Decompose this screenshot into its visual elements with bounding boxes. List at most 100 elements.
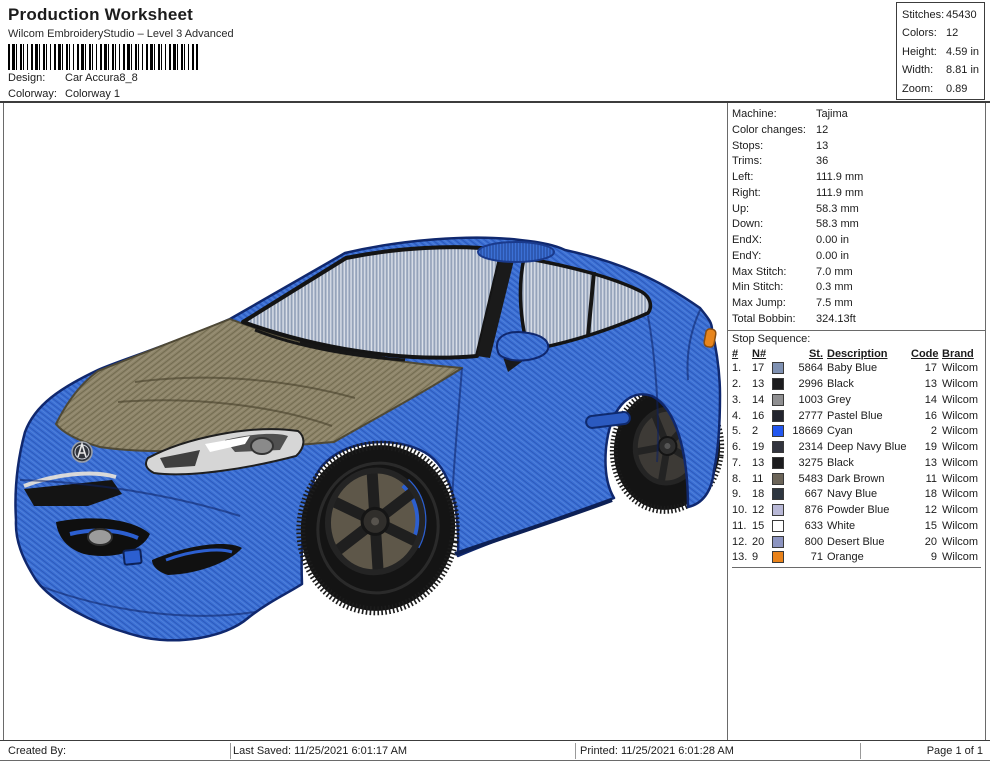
row-num: 7. — [732, 457, 752, 469]
row-description: Black — [827, 457, 911, 469]
row-description: Dark Brown — [827, 473, 911, 485]
row-code: 13 — [911, 378, 937, 390]
stats-label: Stitches: — [902, 6, 946, 24]
row-num: 8. — [732, 473, 752, 485]
row-stitches: 5864 — [787, 362, 827, 374]
row-brand: Wilcom — [937, 362, 981, 374]
stop-sequence-row: 6. 19 2314 Deep Navy Blue 19 Wilcom — [732, 439, 981, 455]
row-needle: 17 — [752, 362, 772, 374]
row-brand: Wilcom — [937, 457, 981, 469]
col-num: # — [732, 348, 752, 360]
row-num: 2. — [732, 378, 752, 390]
machine-info-label: Stops: — [732, 139, 816, 155]
col-brand: Brand — [937, 348, 981, 360]
machine-info-row: Right:111.9 mm — [732, 186, 986, 202]
stop-sequence-rows: 1. 17 5864 Baby Blue 17 Wilcom 2. 13 299… — [732, 361, 981, 566]
stop-sequence-row: 3. 14 1003 Grey 14 Wilcom — [732, 392, 981, 408]
row-stitches: 5483 — [787, 473, 827, 485]
machine-info-value: 111.9 mm — [816, 171, 863, 183]
machine-info-row: Machine:Tajima — [732, 107, 986, 123]
row-code: 2 — [911, 425, 937, 437]
machine-info-value: 36 — [816, 155, 828, 167]
row-needle: 18 — [752, 488, 772, 500]
stop-sequence-row: 12. 20 800 Desert Blue 20 Wilcom — [732, 534, 981, 550]
fog-light — [88, 529, 112, 545]
row-stitches: 18669 — [787, 425, 827, 437]
footer-divider-3 — [860, 743, 861, 759]
stats-row: Stitches:45430 — [897, 6, 984, 24]
stop-sequence-row: 7. 13 3275 Black 13 Wilcom — [732, 455, 981, 471]
machine-info-value: 58.3 mm — [816, 218, 859, 230]
machine-info-label: Machine: — [732, 107, 816, 123]
thread-color-swatch — [772, 488, 784, 500]
row-code: 18 — [911, 488, 937, 500]
row-brand: Wilcom — [937, 378, 981, 390]
row-brand: Wilcom — [937, 425, 981, 437]
printed-text: Printed: 11/25/2021 6:01:28 AM — [580, 744, 734, 759]
row-needle: 15 — [752, 520, 772, 532]
row-num: 4. — [732, 410, 752, 422]
stop-sequence-table: # N# St. Description Code Brand 1. 17 58… — [728, 347, 986, 569]
machine-info-row: Left:111.9 mm — [732, 170, 986, 186]
design-stats-box: Stitches:45430 Colors:12 Height:4.59 in … — [896, 2, 985, 100]
row-stitches: 1003 — [787, 394, 827, 406]
stop-sequence-row: 9. 18 667 Navy Blue 18 Wilcom — [732, 487, 981, 503]
row-code: 17 — [911, 362, 937, 374]
stats-row: Width:8.81 in — [897, 61, 984, 79]
thread-color-swatch — [772, 551, 784, 563]
row-needle: 14 — [752, 394, 772, 406]
stats-label: Zoom: — [902, 80, 946, 98]
stop-sequence-row: 11. 15 633 White 15 Wilcom — [732, 518, 981, 534]
row-description: Grey — [827, 394, 911, 406]
machine-info-value: 0.00 in — [816, 250, 849, 262]
row-brand: Wilcom — [937, 551, 981, 563]
door-mirror — [497, 332, 548, 361]
stats-row: Zoom:0.89 — [897, 80, 984, 98]
stats-label: Colors: — [902, 24, 946, 42]
colorway-value: Colorway 1 — [65, 88, 120, 100]
machine-info-label: Right: — [732, 186, 816, 202]
stats-value: 8.81 in — [946, 64, 979, 76]
stats-label: Height: — [902, 43, 946, 61]
machine-info-label: Left: — [732, 170, 816, 186]
page-footer: Created By: Last Saved: 11/25/2021 6:01:… — [0, 740, 990, 761]
stats-row: Colors:12 — [897, 24, 984, 42]
machine-info-label: Trims: — [732, 154, 816, 170]
stop-sequence-header: # N# St. Description Code Brand — [732, 347, 981, 361]
row-stitches: 2777 — [787, 410, 827, 422]
stop-sequence-row: 13. 9 71 Orange 9 Wilcom — [732, 550, 981, 566]
colorway-row: Colorway:Colorway 1 — [8, 88, 120, 100]
row-brand: Wilcom — [937, 488, 981, 500]
row-brand: Wilcom — [937, 536, 981, 548]
footer-divider-2 — [575, 743, 576, 759]
machine-info-value: 58.3 mm — [816, 203, 859, 215]
stop-sequence-bottom-border — [732, 567, 981, 568]
row-description: White — [827, 520, 911, 532]
machine-info-row: EndY:0.00 in — [732, 249, 986, 265]
row-num: 3. — [732, 394, 752, 406]
machine-info-row: Total Bobbin:324.13ft — [732, 312, 986, 328]
design-row: Design:Car Accura8_8 — [8, 72, 138, 84]
thread-color-swatch — [772, 520, 784, 532]
stats-value: 45430 — [946, 9, 977, 21]
row-num: 1. — [732, 362, 752, 374]
stats-label: Width: — [902, 61, 946, 79]
row-num: 10. — [732, 504, 752, 516]
colorway-label: Colorway: — [8, 88, 65, 100]
machine-info-label: EndX: — [732, 233, 816, 249]
row-needle: 16 — [752, 410, 772, 422]
stop-sequence-row: 5. 2 18669 Cyan 2 Wilcom — [732, 424, 981, 440]
thread-color-swatch — [772, 394, 784, 406]
app-subtitle: Wilcom EmbroideryStudio – Level 3 Advanc… — [8, 28, 234, 40]
row-brand: Wilcom — [937, 520, 981, 532]
roof-vent — [478, 242, 554, 262]
thread-color-swatch — [772, 504, 784, 516]
machine-info-label: Color changes: — [732, 123, 816, 139]
machine-info-row: Min Stitch:0.3 mm — [732, 280, 986, 296]
machine-info-value: 7.0 mm — [816, 266, 853, 278]
row-num: 9. — [732, 488, 752, 500]
machine-info-row: Up:58.3 mm — [732, 202, 986, 218]
row-code: 11 — [911, 473, 937, 485]
projector-lens — [251, 438, 273, 454]
row-brand: Wilcom — [937, 504, 981, 516]
